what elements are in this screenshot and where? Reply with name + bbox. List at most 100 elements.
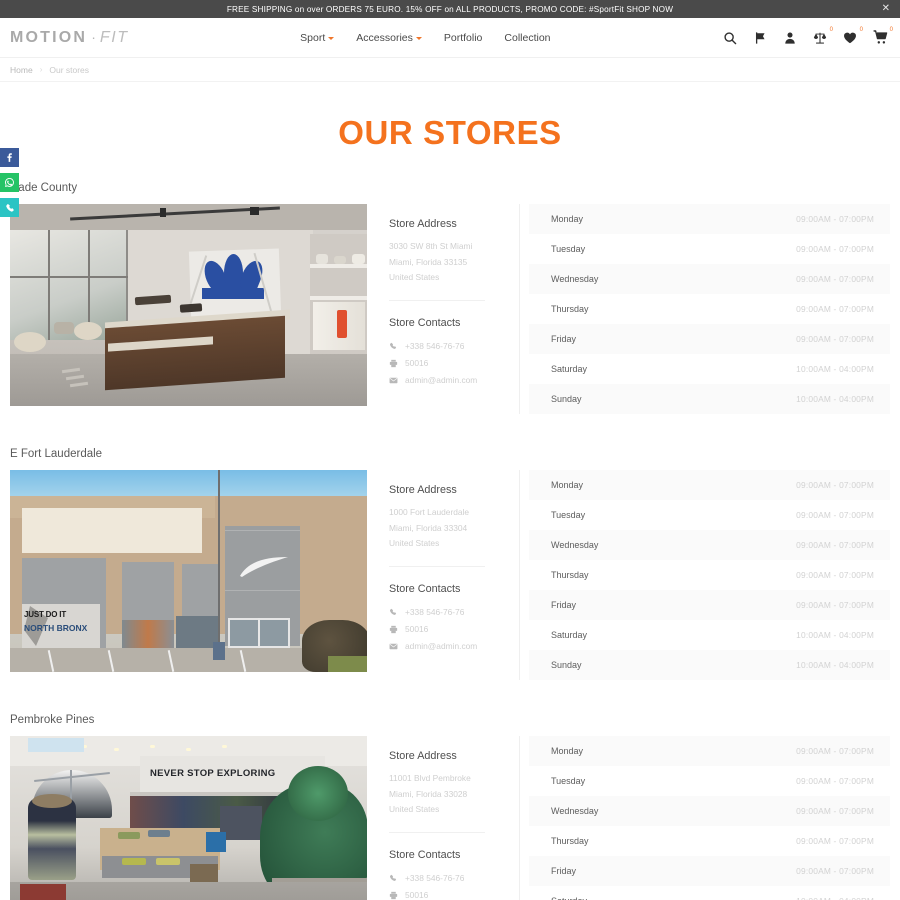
hours-row: Thursday 09:00AM - 07:00PM: [529, 294, 890, 324]
facebook-share-button[interactable]: [0, 148, 19, 167]
contact-phone[interactable]: +338 546-76-76: [389, 604, 507, 621]
store-title: Pembroke Pines: [10, 714, 95, 726]
hours-time: 09:00AM - 07:00PM: [796, 274, 874, 284]
contact-fax: 50016: [389, 621, 507, 638]
cart-icon[interactable]: 0: [872, 27, 893, 46]
divider: [389, 565, 485, 567]
hours-row: Monday 09:00AM - 07:00PM: [529, 470, 890, 500]
store-list: Dade County Store Address 3030 SW 8th St…: [0, 182, 900, 900]
printer-icon: [389, 625, 398, 634]
hours-time: 09:00AM - 07:00PM: [796, 244, 874, 254]
account-icon[interactable]: [782, 30, 798, 46]
nav-item-collection[interactable]: Collection: [504, 32, 550, 44]
phone-value: +338 546-76-76: [405, 872, 465, 883]
site-logo[interactable]: MOTION · FIT: [10, 29, 129, 47]
contact-phone[interactable]: +338 546-76-76: [389, 338, 507, 355]
cart-count-badge: 0: [889, 26, 893, 33]
hours-day: Monday: [551, 746, 584, 756]
hours-day: Tuesday: [551, 510, 586, 520]
logo-secondary-text: FIT: [99, 28, 129, 46]
wishlist-heart-icon[interactable]: 0: [842, 27, 863, 46]
store-hours-table: Monday 09:00AM - 07:00PM Tuesday 09:00AM…: [520, 204, 890, 414]
mail-icon: [389, 642, 398, 651]
address-line: United States: [389, 538, 440, 549]
phone-icon: [389, 874, 398, 883]
hours-time: 09:00AM - 07:00PM: [796, 214, 874, 224]
store-block: Dade County Store Address 3030 SW 8th St…: [10, 182, 890, 414]
store-info: Store Address 11001 Blvd Pembroke Miami,…: [367, 736, 520, 900]
store-title: Dade County: [10, 182, 78, 194]
nav-label: Accessories: [356, 31, 413, 44]
hours-time: 09:00AM - 07:00PM: [796, 540, 874, 550]
fax-value: 50016: [405, 889, 429, 900]
contacts-heading: Store Contacts: [389, 316, 461, 329]
breadcrumb-item-home[interactable]: Home: [10, 65, 33, 75]
address-line: Miami, Florida 33028: [389, 788, 468, 799]
mail-icon: [389, 376, 398, 385]
hours-time: 10:00AM - 04:00PM: [796, 896, 874, 900]
social-share-rail: [0, 148, 19, 217]
hours-day: Monday: [551, 480, 584, 490]
address-line: United States: [389, 272, 440, 283]
hours-day: Friday: [551, 334, 577, 344]
hours-day: Wednesday: [551, 540, 599, 550]
hours-time: 09:00AM - 07:00PM: [796, 746, 874, 756]
store-info: Store Address 3030 SW 8th St Miami Miami…: [367, 204, 520, 414]
contact-email[interactable]: admin@admin.com: [389, 638, 507, 655]
hours-time: 10:00AM - 04:00PM: [796, 364, 874, 374]
breadcrumb: Home › Our stores: [0, 58, 900, 82]
contact-fax: 50016: [389, 355, 507, 372]
contacts-heading: Store Contacts: [389, 848, 461, 861]
store-hours-table: Monday 09:00AM - 07:00PM Tuesday 09:00AM…: [520, 736, 890, 900]
nav-label: Collection: [504, 31, 551, 44]
hours-time: 10:00AM - 04:00PM: [796, 630, 874, 640]
store-info: Store Address 1000 Fort Lauderdale Miami…: [367, 470, 520, 680]
printer-icon: [389, 359, 398, 368]
hours-row: Friday 09:00AM - 07:00PM: [529, 590, 890, 620]
phone-icon: [389, 608, 398, 617]
stores-page: FREE SHIPPING on over ORDERS 75 EURO. 15…: [0, 0, 900, 900]
hours-time: 09:00AM - 07:00PM: [796, 304, 874, 314]
close-icon[interactable]: ✕: [882, 4, 890, 14]
main-navigation: Sport Accessories Portfolio Collection: [300, 32, 550, 44]
address-line: United States: [389, 804, 440, 815]
divider: [389, 831, 485, 833]
hours-time: 09:00AM - 07:00PM: [796, 836, 874, 846]
contact-phone[interactable]: +338 546-76-76: [389, 870, 507, 887]
address-heading: Store Address: [389, 750, 457, 762]
printer-icon: [389, 891, 398, 900]
address-line: 1000 Fort Lauderdale: [389, 507, 470, 517]
wishlist-count-badge: 0: [859, 26, 863, 33]
whatsapp-share-button[interactable]: [0, 173, 19, 192]
search-icon[interactable]: [722, 30, 738, 46]
store-row: NEVER STOP EXPLORING Store Address 11001…: [10, 736, 890, 900]
flag-icon[interactable]: [752, 30, 768, 46]
hours-time: 09:00AM - 07:00PM: [796, 570, 874, 580]
store-photo-nike-exterior: JUST DO IT NORTH BRONX: [10, 470, 367, 672]
store-photo-adidas-interior: [10, 204, 367, 406]
store-hours-table: Monday 09:00AM - 07:00PM Tuesday 09:00AM…: [520, 470, 890, 680]
hours-day: Friday: [551, 866, 577, 876]
contact-email[interactable]: admin@admin.com: [389, 372, 507, 389]
viber-share-button[interactable]: [0, 198, 19, 217]
contacts-heading: Store Contacts: [389, 582, 461, 595]
site-header: MOTION · FIT Sport Accessories Portfolio…: [0, 18, 900, 58]
phone-value: +338 546-76-76: [405, 606, 465, 617]
hours-time: 09:00AM - 07:00PM: [796, 866, 874, 876]
hours-time: 10:00AM - 04:00PM: [796, 660, 874, 670]
nav-item-accessories[interactable]: Accessories: [356, 32, 422, 44]
address-heading: Store Address: [389, 218, 457, 230]
address-line: 3030 SW 8th St Miami: [389, 241, 473, 251]
nav-item-portfolio[interactable]: Portfolio: [444, 32, 483, 44]
email-value: admin@admin.com: [405, 641, 478, 652]
chevron-down-icon: [328, 37, 335, 40]
compare-scales-icon[interactable]: 0: [812, 27, 833, 46]
nav-item-sport[interactable]: Sport: [300, 32, 335, 44]
address-line: 11001 Blvd Pembroke: [389, 773, 471, 783]
hours-row: Thursday 09:00AM - 07:00PM: [529, 826, 890, 856]
nike-banner-line1: JUST DO IT: [24, 610, 67, 619]
hours-day: Thursday: [551, 304, 589, 314]
hours-row: Sunday 10:00AM - 04:00PM: [529, 650, 890, 680]
northface-slogan: NEVER STOP EXPLORING: [150, 768, 276, 779]
address-line: Miami, Florida 33304: [389, 522, 468, 533]
